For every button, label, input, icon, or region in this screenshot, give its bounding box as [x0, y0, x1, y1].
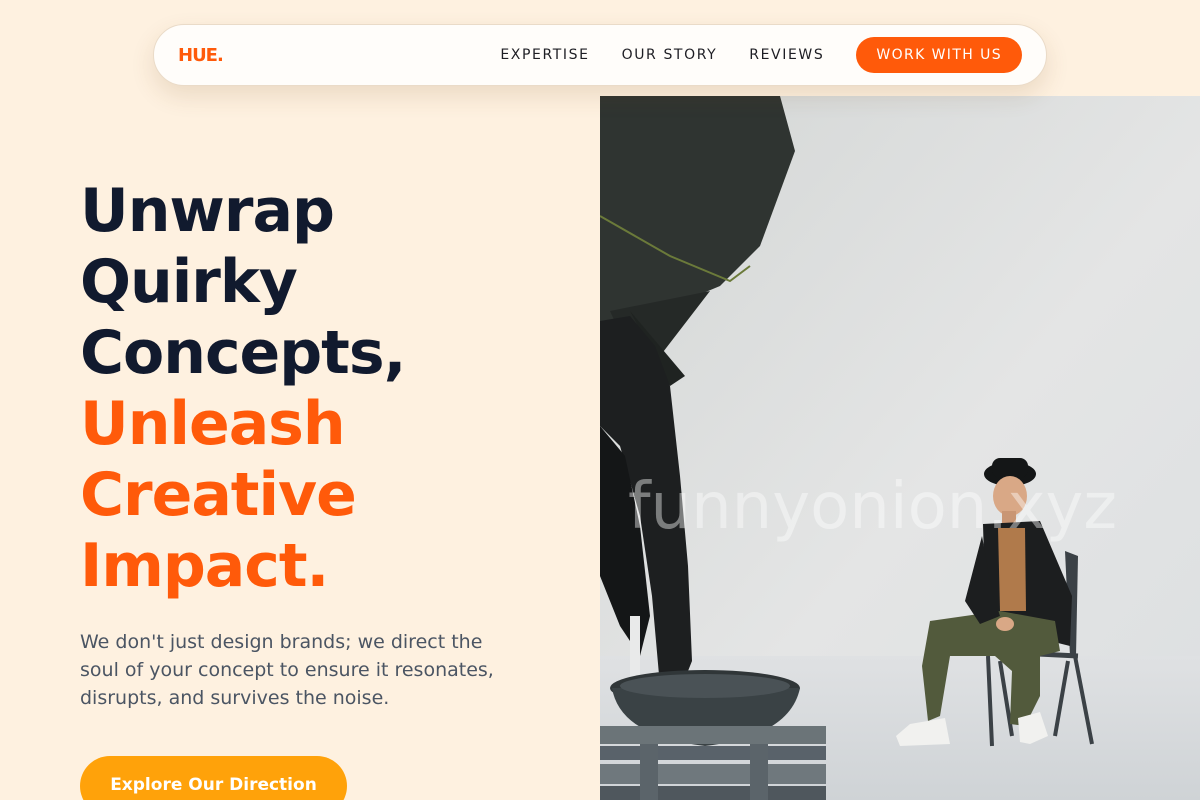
hero-photo: funnyonion.xyz — [600, 96, 1200, 800]
headline-line: Quirky — [80, 247, 298, 317]
photo-watermark: funnyonion.xyz — [628, 470, 1117, 544]
landing-page: HUE. EXPERTISE OUR STORY REVIEWS WORK WI… — [0, 0, 1200, 800]
headline-accent-line: Unleash — [80, 389, 346, 459]
headline-line: Concepts, — [80, 318, 406, 388]
nav-link-reviews[interactable]: REVIEWS — [749, 47, 824, 63]
brand-logo[interactable]: HUE. — [178, 45, 224, 66]
work-with-us-button[interactable]: WORK WITH US — [856, 37, 1022, 73]
nav-link-our-story[interactable]: OUR STORY — [622, 47, 718, 63]
hero-subtitle: We don't just design brands; we direct t… — [80, 631, 494, 709]
headline-accent-line: Impact. — [80, 531, 329, 601]
hero-section: Unwrap Quirky Concepts, Unleash Creative… — [80, 176, 580, 712]
explore-direction-button[interactable]: Explore Our Direction — [80, 756, 347, 800]
nav-link-expertise[interactable]: EXPERTISE — [500, 47, 589, 63]
nav-links: EXPERTISE OUR STORY REVIEWS WORK WITH US — [500, 37, 1022, 73]
headline-line: Unwrap — [80, 176, 335, 246]
top-navigation: HUE. EXPERTISE OUR STORY REVIEWS WORK WI… — [153, 24, 1047, 86]
hero-headline: Unwrap Quirky Concepts, Unleash Creative… — [80, 176, 580, 602]
headline-accent-line: Creative — [80, 460, 357, 530]
